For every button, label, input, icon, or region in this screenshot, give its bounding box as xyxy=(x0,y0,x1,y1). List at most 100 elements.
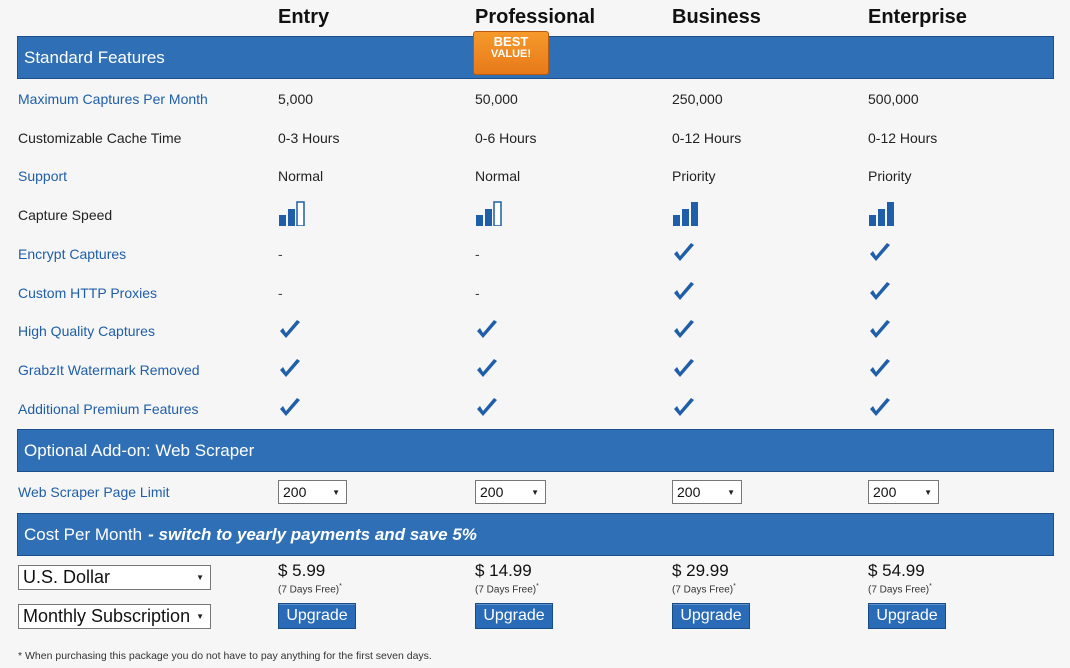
feature-value-additional-premium-features-business xyxy=(672,396,696,416)
feature-value-capture-speed-professional xyxy=(475,200,503,227)
checkmark-icon xyxy=(674,282,694,300)
checkmark-icon xyxy=(674,243,694,261)
best-value-badge-line1: BEST xyxy=(493,34,529,49)
feature-value-additional-premium-features-enterprise xyxy=(868,396,892,416)
feature-value-grabzit-watermark-removed-enterprise xyxy=(868,357,892,377)
speed-bar xyxy=(887,202,894,226)
page-limit-value-entry: 200 xyxy=(283,484,307,500)
speed-bar xyxy=(878,209,885,226)
page-limit-select-enterprise[interactable]: 200 ▼ xyxy=(868,480,939,504)
standard-features-title: Standard Features xyxy=(24,47,165,67)
feature-value-grabzit-watermark-removed-entry xyxy=(278,357,302,377)
feature-value-support-business: Priority xyxy=(672,168,716,184)
feature-value-custom-http-proxies-professional: - xyxy=(475,285,480,301)
footnote: * When purchasing this package you do no… xyxy=(18,650,432,662)
feature-value-customizable-cache-time-enterprise: 0-12 Hours xyxy=(868,130,938,146)
checkmark-icon xyxy=(477,359,497,377)
checkmark-icon xyxy=(280,320,300,338)
feature-value-high-quality-captures-professional xyxy=(475,318,499,338)
chevron-down-icon: ▼ xyxy=(332,487,340,497)
addon-header: Optional Add-on: Web Scraper xyxy=(17,429,1054,472)
plan-header-professional: Professional xyxy=(475,6,596,28)
feature-value-high-quality-captures-enterprise xyxy=(868,318,892,338)
checkmark-icon xyxy=(280,398,300,416)
feature-value-custom-http-proxies-enterprise xyxy=(868,280,892,300)
chevron-down-icon: ▼ xyxy=(196,573,204,582)
page-limit-value-enterprise: 200 xyxy=(873,484,897,500)
speed-bar xyxy=(279,215,286,226)
feature-value-encrypt-captures-enterprise xyxy=(868,241,892,261)
feature-value-custom-http-proxies-entry: - xyxy=(278,285,283,301)
checkmark-icon xyxy=(477,320,497,338)
speed-bar xyxy=(682,209,689,226)
upgrade-button-enterprise[interactable]: Upgrade xyxy=(868,603,946,629)
checkmark-icon xyxy=(870,243,890,261)
trial-note-enterprise: (7 Days Free)* xyxy=(868,583,932,596)
feature-value-capture-speed-entry xyxy=(278,200,306,227)
speed-bar xyxy=(691,202,698,226)
checkmark-icon xyxy=(674,320,694,338)
price-entry: $ 5.99 xyxy=(278,561,326,580)
checkmark-icon xyxy=(870,282,890,300)
addon-title: Optional Add-on: Web Scraper xyxy=(24,440,255,460)
upgrade-button-business[interactable]: Upgrade xyxy=(672,603,750,629)
page-limit-select-entry[interactable]: 200 ▼ xyxy=(278,480,347,504)
speed-bars-icon xyxy=(476,201,502,227)
feature-value-capture-speed-enterprise xyxy=(868,200,896,226)
feature-label-encrypt-captures[interactable]: Encrypt Captures xyxy=(18,244,126,264)
feature-label-high-quality-captures[interactable]: High Quality Captures xyxy=(18,321,155,341)
feature-label-custom-http-proxies[interactable]: Custom HTTP Proxies xyxy=(18,283,157,303)
feature-value-customizable-cache-time-entry: 0-3 Hours xyxy=(278,130,340,146)
speed-bar xyxy=(476,215,483,226)
feature-value-capture-speed-business xyxy=(672,200,700,226)
page-limit-select-business[interactable]: 200 ▼ xyxy=(672,480,742,504)
billing-value: Monthly Subscription xyxy=(23,606,191,626)
price-professional: $ 14.99 xyxy=(475,561,532,580)
speed-bar xyxy=(296,201,305,227)
plan-header-entry: Entry xyxy=(278,6,330,28)
trial-note-entry: (7 Days Free)* xyxy=(278,583,342,596)
feature-label-web-scraper-page-limit[interactable]: Web Scraper Page Limit xyxy=(18,482,169,502)
feature-value-support-professional: Normal xyxy=(475,168,521,184)
plan-header-business: Business xyxy=(672,6,761,28)
page-limit-value-business: 200 xyxy=(677,484,701,500)
best-value-badge: BEST VALUE! xyxy=(473,31,549,75)
feature-value-encrypt-captures-entry: - xyxy=(278,246,283,262)
currency-value: U.S. Dollar xyxy=(23,567,111,587)
feature-label-maximum-captures-per-month[interactable]: Maximum Captures Per Month xyxy=(18,89,208,109)
upgrade-button-professional[interactable]: Upgrade xyxy=(475,603,553,629)
feature-value-maximum-captures-per-month-enterprise: 500,000 xyxy=(868,91,919,107)
checkmark-icon xyxy=(477,398,497,416)
upgrade-button-entry[interactable]: Upgrade xyxy=(278,603,356,629)
checkmark-icon xyxy=(870,359,890,377)
price-enterprise: $ 54.99 xyxy=(868,561,925,580)
feature-label-support[interactable]: Support xyxy=(18,166,67,186)
currency-select[interactable]: U.S. Dollar ▼ xyxy=(18,565,211,590)
feature-value-maximum-captures-per-month-entry: 5,000 xyxy=(278,91,314,107)
feature-value-support-enterprise: Priority xyxy=(868,168,912,184)
feature-label-additional-premium-features[interactable]: Additional Premium Features xyxy=(18,399,199,419)
chevron-down-icon: ▼ xyxy=(924,487,932,497)
feature-value-high-quality-captures-business xyxy=(672,318,696,338)
trial-note-professional: (7 Days Free)* xyxy=(475,583,539,596)
page-limit-select-professional[interactable]: 200 ▼ xyxy=(475,480,546,504)
speed-bar xyxy=(485,209,492,226)
feature-value-grabzit-watermark-removed-professional xyxy=(475,357,499,377)
feature-label-capture-speed: Capture Speed xyxy=(18,207,113,223)
trial-note-business: (7 Days Free)* xyxy=(672,583,736,596)
checkmark-icon xyxy=(280,359,300,377)
feature-value-high-quality-captures-entry xyxy=(278,318,302,338)
billing-select[interactable]: Monthly Subscription ▼ xyxy=(18,604,211,629)
feature-value-customizable-cache-time-professional: 0-6 Hours xyxy=(475,130,537,146)
feature-value-grabzit-watermark-removed-business xyxy=(672,357,696,377)
chevron-down-icon: ▼ xyxy=(196,612,204,621)
yearly-payments-link[interactable]: - switch to yearly payments and save 5% xyxy=(148,525,477,545)
page-limit-value-professional: 200 xyxy=(480,484,504,500)
checkmark-icon xyxy=(674,398,694,416)
chevron-down-icon: ▼ xyxy=(531,487,539,497)
feature-value-support-entry: Normal xyxy=(278,168,324,184)
speed-bars-icon xyxy=(869,202,894,226)
feature-label-grabzit-watermark-removed[interactable]: GrabzIt Watermark Removed xyxy=(18,360,200,380)
plan-header-enterprise: Enterprise xyxy=(868,6,967,28)
speed-bars-icon xyxy=(673,202,698,226)
